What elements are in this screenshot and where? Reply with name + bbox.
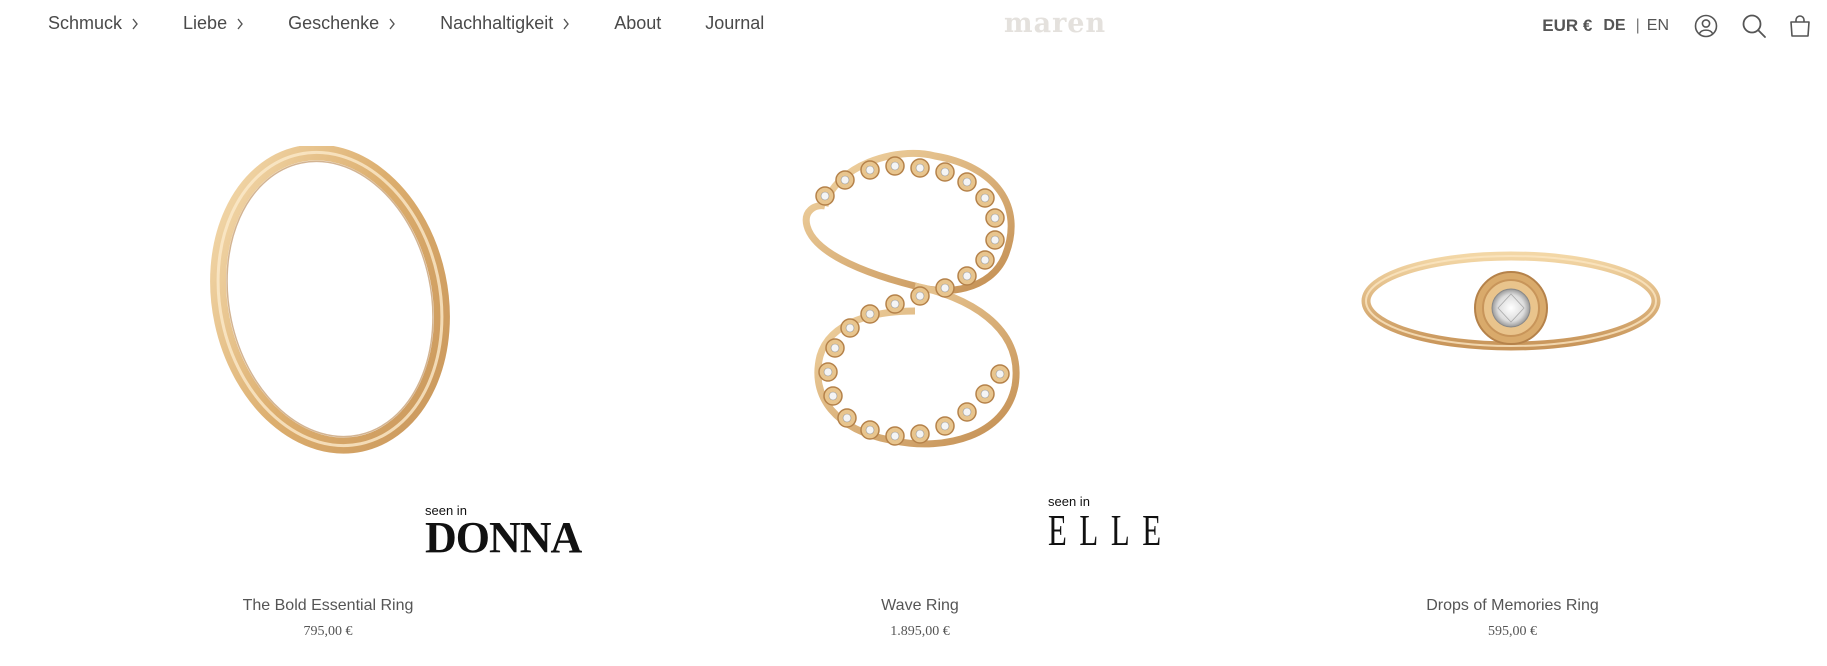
product-image[interactable]	[1358, 236, 1664, 366]
brand-logo[interactable]: maren	[1004, 8, 1106, 39]
press-badge: seen in DONNA	[425, 503, 582, 560]
language-en[interactable]: EN	[1647, 17, 1669, 35]
nav-item-about[interactable]: About	[614, 13, 661, 34]
chevron-right-icon	[237, 18, 243, 29]
product-image[interactable]	[200, 146, 460, 456]
press-badge: seen in ELLE	[1048, 494, 1228, 553]
nav-item-label: Journal	[705, 13, 765, 33]
nav-item-label: About	[614, 13, 662, 33]
nav-item-label: Schmuck	[48, 13, 123, 33]
product-name[interactable]: The Bold Essential Ring	[160, 597, 496, 615]
press-brand-logo: ELLE	[1048, 506, 1174, 555]
nav-item-geschenke[interactable]: Geschenke	[288, 13, 396, 34]
main-nav: Schmuck Liebe Geschenke Nachhaltigkeit A…	[48, 13, 808, 34]
press-brand-logo: DONNA	[425, 513, 582, 562]
chevron-right-icon	[563, 18, 570, 29]
search-icon[interactable]	[1741, 13, 1767, 39]
nav-item-label: Liebe	[183, 13, 228, 33]
header-utilities: EUR € DE | EN	[1542, 11, 1813, 41]
nav-item-label: Geschenke	[288, 13, 380, 33]
nav-item-liebe[interactable]: Liebe	[183, 13, 244, 34]
product-name[interactable]: Wave Ring	[750, 597, 1090, 615]
nav-item-journal[interactable]: Journal	[705, 13, 764, 34]
site-header: Schmuck Liebe Geschenke Nachhaltigkeit A…	[0, 0, 1827, 52]
product-price: 795,00 €	[303, 624, 353, 639]
language-separator: |	[1635, 17, 1640, 34]
product-price: 595,00 €	[1488, 624, 1537, 639]
chevron-right-icon	[389, 18, 396, 29]
chevron-right-icon	[132, 18, 138, 29]
currency-selector[interactable]: EUR €	[1542, 16, 1592, 36]
nav-item-label: Nachhaltigkeit	[440, 13, 554, 33]
nav-item-schmuck[interactable]: Schmuck	[48, 13, 139, 34]
product-price: 1.895,00 €	[890, 624, 950, 639]
cart-icon[interactable]	[1787, 13, 1813, 39]
account-icon[interactable]	[1693, 13, 1719, 39]
product-name[interactable]: Drops of Memories Ring	[1340, 597, 1685, 615]
language-de[interactable]: DE	[1603, 17, 1625, 35]
product-image[interactable]	[795, 146, 1035, 456]
nav-item-nachhaltigkeit[interactable]: Nachhaltigkeit	[440, 13, 570, 34]
